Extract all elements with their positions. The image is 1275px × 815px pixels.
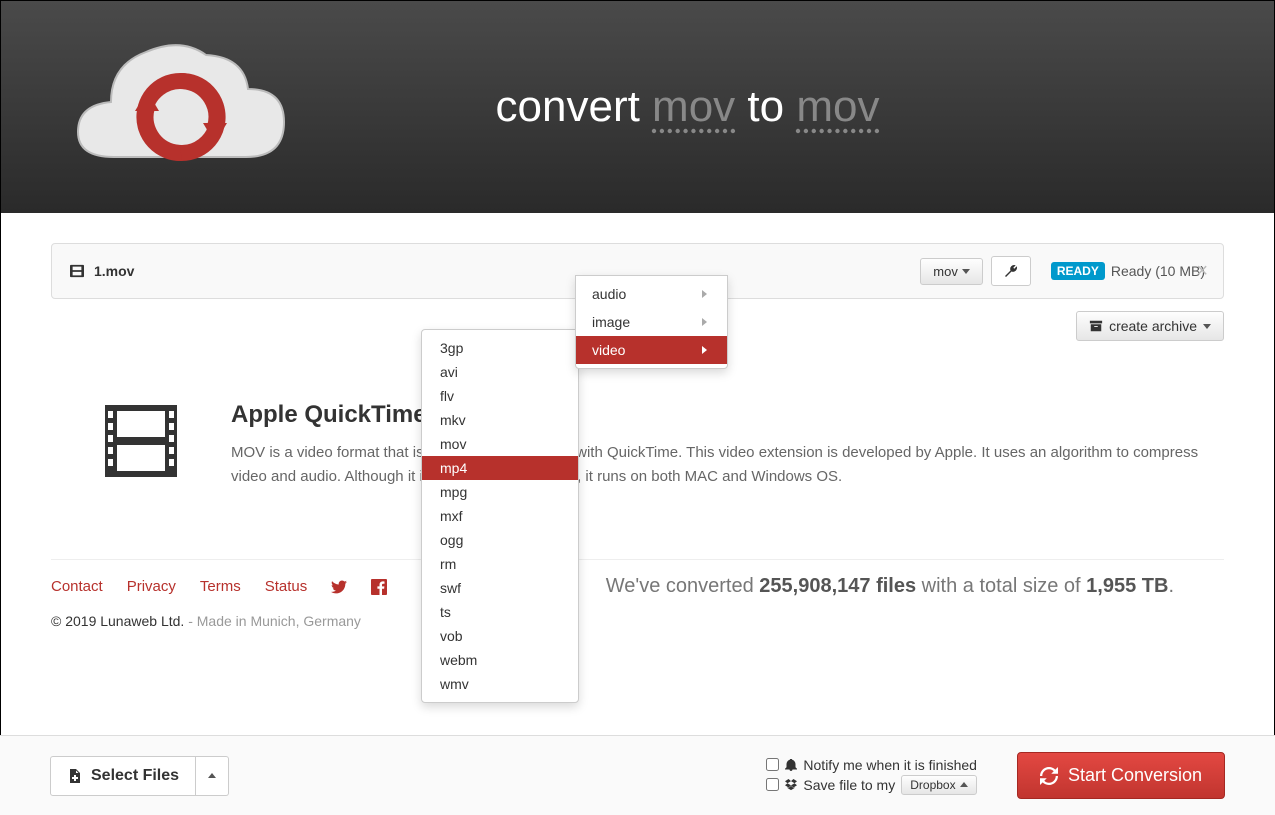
logo: [61, 27, 301, 187]
format-dropdown: 3gpaviflvmkvmovmp4mpgmxfoggrmswftsvobweb…: [421, 329, 579, 703]
header-banner: convert mov to mov: [1, 1, 1274, 213]
ready-badge: READY: [1051, 262, 1105, 280]
save-checkbox[interactable]: [766, 778, 779, 791]
format-description: MOV is a video format that is commonly a…: [231, 441, 1224, 489]
footer-link-terms[interactable]: Terms: [200, 578, 241, 595]
archive-icon: [1089, 319, 1103, 333]
footer-link-contact[interactable]: Contact: [51, 578, 103, 595]
format-item-mkv[interactable]: mkv: [422, 408, 578, 432]
format-item-3gp[interactable]: 3gp: [422, 336, 578, 360]
format-heading: Apple QuickTime Movie: [231, 401, 1224, 429]
stats-text: We've converted 255,908,147 files with a…: [606, 575, 1174, 598]
select-files-button[interactable]: Select Files: [50, 756, 196, 796]
twitter-icon[interactable]: [331, 579, 347, 595]
footer-links: Contact Privacy Terms Status We've conve…: [51, 559, 1224, 595]
save-label: Save file to my: [803, 777, 895, 793]
wrench-icon: [1003, 263, 1019, 279]
footer-link-status[interactable]: Status: [265, 578, 308, 595]
category-dropdown: audio image video: [575, 275, 728, 369]
notify-checkbox[interactable]: [766, 758, 779, 771]
footer-link-privacy[interactable]: Privacy: [127, 578, 176, 595]
add-file-icon: [67, 768, 83, 784]
copyright: © 2019 Lunaweb Ltd. - Made in Munich, Ge…: [51, 613, 1224, 629]
remove-file-button[interactable]: ×: [1196, 260, 1208, 283]
format-item-mp4[interactable]: mp4: [422, 456, 578, 480]
format-film-icon: [101, 401, 181, 489]
format-item-avi[interactable]: avi: [422, 360, 578, 384]
notify-label: Notify me when it is finished: [803, 757, 977, 773]
settings-button[interactable]: [991, 256, 1031, 286]
refresh-icon: [1040, 767, 1058, 785]
select-files-dropdown[interactable]: [196, 756, 229, 796]
create-archive-button[interactable]: create archive: [1076, 311, 1224, 341]
bell-icon: [785, 759, 797, 771]
from-format[interactable]: mov: [652, 82, 735, 131]
start-conversion-button[interactable]: Start Conversion: [1017, 752, 1225, 799]
format-item-wmv[interactable]: wmv: [422, 672, 578, 696]
page-title: convert mov to mov: [301, 82, 1074, 132]
to-format[interactable]: mov: [796, 82, 879, 131]
format-item-ogg[interactable]: ogg: [422, 528, 578, 552]
file-name: 1.mov: [94, 263, 134, 279]
format-item-vob[interactable]: vob: [422, 624, 578, 648]
format-item-mpg[interactable]: mpg: [422, 480, 578, 504]
ready-text: Ready (10 MB): [1111, 263, 1205, 279]
dropbox-icon: [785, 779, 797, 791]
film-icon: [70, 264, 84, 278]
format-item-flv[interactable]: flv: [422, 384, 578, 408]
format-item-rm[interactable]: rm: [422, 552, 578, 576]
format-item-webm[interactable]: webm: [422, 648, 578, 672]
format-item-mxf[interactable]: mxf: [422, 504, 578, 528]
category-item-video[interactable]: video: [576, 336, 727, 364]
category-item-image[interactable]: image: [576, 308, 727, 336]
category-item-audio[interactable]: audio: [576, 280, 727, 308]
facebook-icon[interactable]: [371, 579, 387, 595]
storage-dropdown[interactable]: Dropbox: [901, 775, 976, 795]
format-item-mov[interactable]: mov: [422, 432, 578, 456]
format-item-swf[interactable]: swf: [422, 576, 578, 600]
format-item-ts[interactable]: ts: [422, 600, 578, 624]
bottom-bar: Select Files Notify me when it is finish…: [0, 735, 1275, 815]
format-select-button[interactable]: mov: [920, 258, 983, 285]
